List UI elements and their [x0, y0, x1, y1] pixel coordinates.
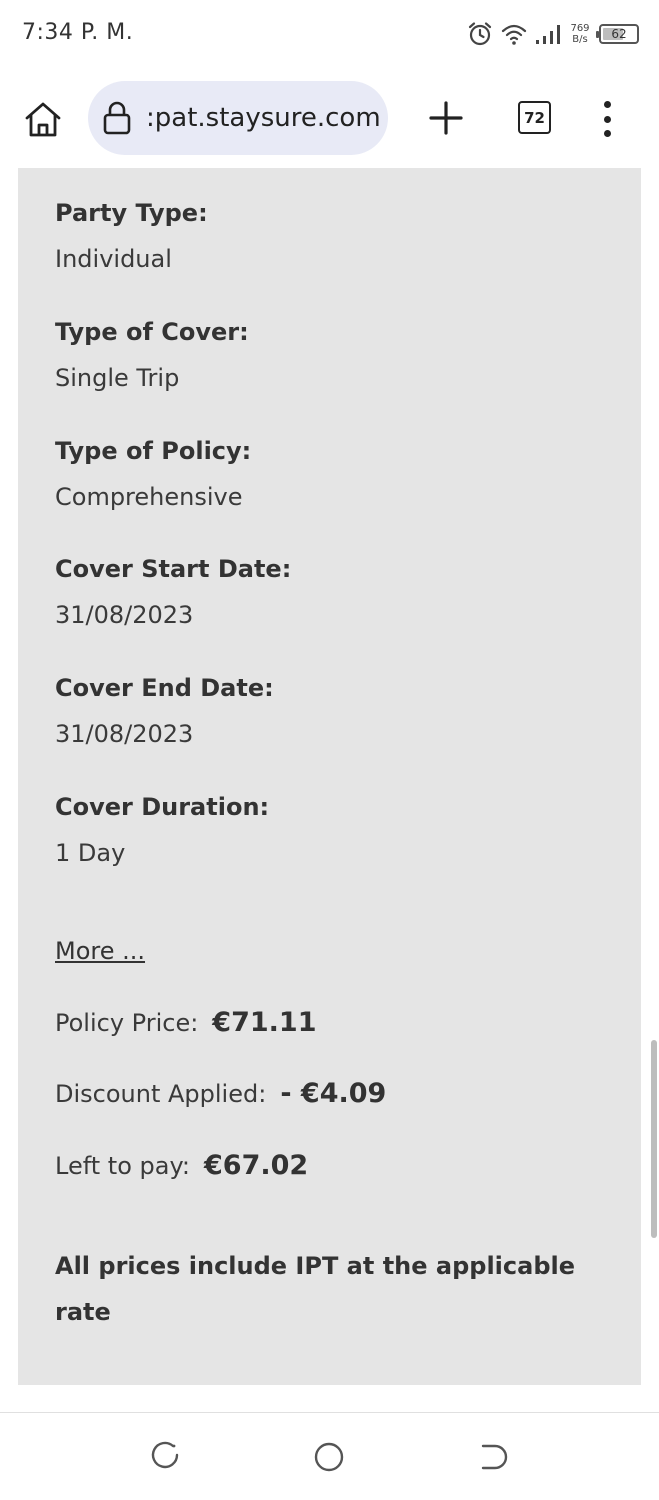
wifi-icon [501, 24, 527, 45]
menu-dot [603, 115, 611, 123]
home-icon[interactable] [22, 99, 64, 141]
field-type-of-cover: Type of Cover: Single Trip [55, 317, 249, 393]
field-cover-start-date: Cover Start Date: 31/08/2023 [55, 554, 291, 630]
more-link[interactable]: More ... [55, 936, 145, 966]
browser-toolbar: :pat.staysure.com 72 [0, 74, 659, 166]
field-value: 31/08/2023 [55, 601, 194, 629]
url-text[interactable]: :pat.staysure.com [146, 103, 381, 133]
ipt-disclaimer: All prices include IPT at the applicable… [55, 1252, 576, 1326]
field-label: Type of Policy: [55, 437, 252, 465]
policy-summary-panel: Party Type: Individual Type of Cover: Si… [18, 168, 641, 1385]
home-nav-icon[interactable] [312, 1440, 346, 1474]
field-value: Single Trip [55, 364, 180, 392]
back-icon[interactable] [476, 1440, 510, 1474]
field-value: Individual [55, 245, 172, 273]
status-time: 7:34 P. M. [22, 20, 134, 45]
menu-dot [603, 101, 611, 108]
lock-icon[interactable] [102, 100, 132, 136]
field-party-type: Party Type: Individual [55, 198, 208, 274]
discount-row: Discount Applied: - €4.09 [55, 1078, 386, 1110]
price-amount: €67.02 [204, 1150, 309, 1181]
network-speed-value: 769 [570, 23, 590, 34]
price-label: Discount Applied: [55, 1080, 267, 1108]
field-label: Type of Cover: [55, 318, 249, 346]
field-value: 1 Day [55, 839, 126, 867]
field-value: Comprehensive [55, 483, 243, 511]
network-speed-unit: B/s [572, 34, 588, 45]
system-navigation-bar [0, 1412, 659, 1500]
plus-icon[interactable] [428, 100, 464, 136]
status-icons: 769 B/s 62 [467, 18, 639, 50]
price-label: Left to pay: [55, 1152, 190, 1180]
page-scrollbar[interactable] [651, 1040, 657, 1238]
more-vert-icon[interactable] [596, 98, 618, 140]
battery-icon: 62 [596, 24, 639, 44]
address-bar[interactable]: :pat.staysure.com [88, 81, 388, 155]
field-label: Party Type: [55, 199, 208, 227]
field-label: Cover End Date: [55, 674, 274, 702]
battery-level: 62 [611, 27, 627, 41]
field-cover-duration: Cover Duration: 1 Day [55, 792, 269, 868]
price-label: Policy Price: [55, 1009, 199, 1037]
alarm-icon [468, 22, 492, 46]
network-speed: 769 B/s [569, 23, 591, 45]
left-to-pay-row: Left to pay: €67.02 [55, 1150, 308, 1182]
field-label: Cover Duration: [55, 793, 270, 821]
recent-apps-icon[interactable] [148, 1440, 182, 1474]
field-value: 31/08/2023 [55, 720, 194, 748]
price-amount: - €4.09 [280, 1078, 387, 1109]
signal-icon [536, 25, 560, 44]
tabs-icon[interactable]: 72 [518, 101, 551, 134]
tab-count: 72 [524, 108, 545, 127]
field-label: Cover Start Date: [55, 555, 292, 583]
field-cover-end-date: Cover End Date: 31/08/2023 [55, 673, 274, 749]
status-bar: 7:34 P. M. 769 B/s 62 [0, 0, 659, 66]
field-type-of-policy: Type of Policy: Comprehensive [55, 436, 251, 512]
menu-dot [603, 130, 611, 137]
price-amount: €71.11 [212, 1007, 317, 1038]
policy-price-row: Policy Price: €71.11 [55, 1007, 317, 1039]
